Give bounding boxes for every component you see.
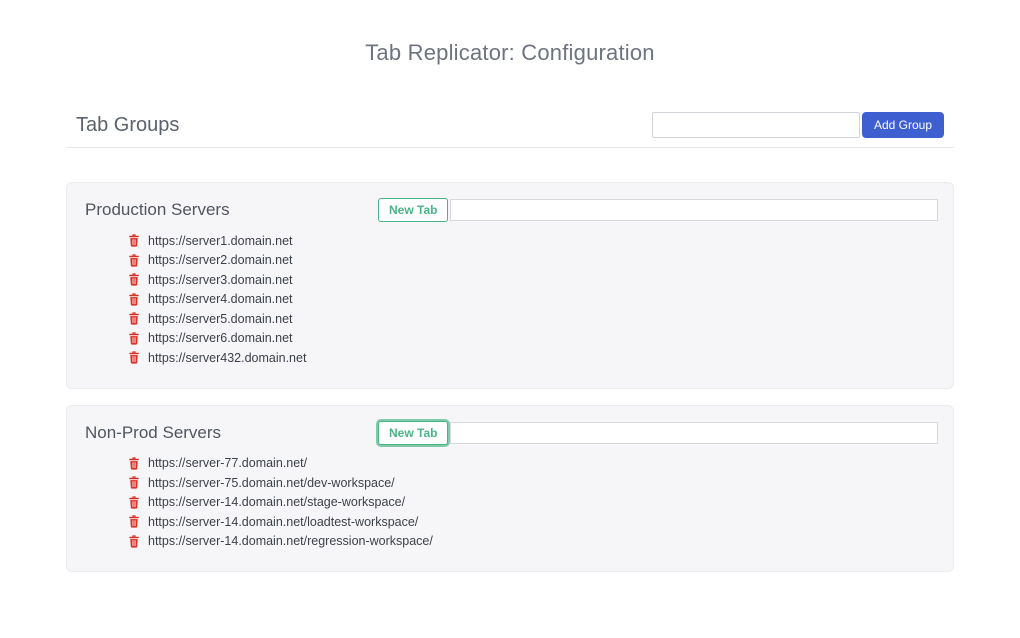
tab-row: https://server2.domain.net <box>127 251 938 271</box>
delete-tab-button[interactable] <box>127 292 140 306</box>
tab-row: https://server-77.domain.net/ <box>127 454 938 474</box>
delete-tab-button[interactable] <box>127 476 140 490</box>
new-group-name-input[interactable] <box>652 112 860 138</box>
tab-row: https://server5.domain.net <box>127 309 938 329</box>
delete-tab-button[interactable] <box>127 273 140 287</box>
tab-list: https://server1.domain.net https://serve… <box>85 231 938 368</box>
delete-tab-button[interactable] <box>127 351 140 365</box>
trash-icon <box>128 476 140 489</box>
trash-icon <box>128 293 140 306</box>
new-tab-button[interactable]: New Tab <box>378 198 448 222</box>
group-title: Production Servers <box>85 200 378 220</box>
tab-row: https://server4.domain.net <box>127 290 938 310</box>
delete-tab-button[interactable] <box>127 534 140 548</box>
tab-row: https://server3.domain.net <box>127 270 938 290</box>
group-card: Non-Prod Servers New Tab https://server-… <box>66 405 954 573</box>
delete-tab-button[interactable] <box>127 495 140 509</box>
trash-icon <box>128 234 140 247</box>
delete-tab-button[interactable] <box>127 234 140 248</box>
new-tab-input[interactable] <box>450 199 938 221</box>
tab-url: https://server2.domain.net <box>148 253 293 267</box>
group-title: Non-Prod Servers <box>85 423 378 443</box>
tab-url: https://server432.domain.net <box>148 351 306 365</box>
trash-icon <box>128 535 140 548</box>
add-group-button[interactable]: Add Group <box>862 112 944 138</box>
trash-icon <box>128 254 140 267</box>
trash-icon <box>128 273 140 286</box>
new-tab-button[interactable]: New Tab <box>378 421 448 445</box>
delete-tab-button[interactable] <box>127 515 140 529</box>
tab-url: https://server5.domain.net <box>148 312 293 326</box>
tab-list: https://server-77.domain.net/ https://se… <box>85 454 938 552</box>
trash-icon <box>128 332 140 345</box>
tab-url: https://server-14.domain.net/regression-… <box>148 534 433 548</box>
delete-tab-button[interactable] <box>127 312 140 326</box>
main-container: Tab Groups Add Group Production Servers … <box>66 112 954 572</box>
tab-row: https://server-14.domain.net/regression-… <box>127 532 938 552</box>
new-tab-input[interactable] <box>450 422 938 444</box>
tab-url: https://server-77.domain.net/ <box>148 456 307 470</box>
trash-icon <box>128 312 140 325</box>
header-divider <box>66 147 954 148</box>
tab-groups-heading: Tab Groups <box>76 114 652 137</box>
groups-list: Production Servers New Tab https://serve… <box>66 182 954 572</box>
delete-tab-button[interactable] <box>127 253 140 267</box>
tab-url: https://server-75.domain.net/dev-workspa… <box>148 476 395 490</box>
tab-row: https://server6.domain.net <box>127 329 938 349</box>
tab-row: https://server432.domain.net <box>127 348 938 368</box>
group-card-header: Non-Prod Servers New Tab <box>85 421 938 445</box>
group-card: Production Servers New Tab https://serve… <box>66 182 954 389</box>
delete-tab-button[interactable] <box>127 331 140 345</box>
tab-url: https://server3.domain.net <box>148 273 293 287</box>
page-title: Tab Replicator: Configuration <box>0 40 1020 66</box>
trash-icon <box>128 457 140 470</box>
tab-url: https://server-14.domain.net/loadtest-wo… <box>148 515 418 529</box>
tab-url: https://server-14.domain.net/stage-works… <box>148 495 405 509</box>
trash-icon <box>128 351 140 364</box>
tab-groups-header: Tab Groups Add Group <box>66 112 954 138</box>
tab-url: https://server4.domain.net <box>148 292 293 306</box>
tab-row: https://server-14.domain.net/loadtest-wo… <box>127 512 938 532</box>
tab-url: https://server6.domain.net <box>148 331 293 345</box>
tab-row: https://server-14.domain.net/stage-works… <box>127 493 938 513</box>
tab-url: https://server1.domain.net <box>148 234 293 248</box>
trash-icon <box>128 515 140 528</box>
tab-row: https://server-75.domain.net/dev-workspa… <box>127 473 938 493</box>
delete-tab-button[interactable] <box>127 456 140 470</box>
group-card-header: Production Servers New Tab <box>85 198 938 222</box>
tab-row: https://server1.domain.net <box>127 231 938 251</box>
trash-icon <box>128 496 140 509</box>
